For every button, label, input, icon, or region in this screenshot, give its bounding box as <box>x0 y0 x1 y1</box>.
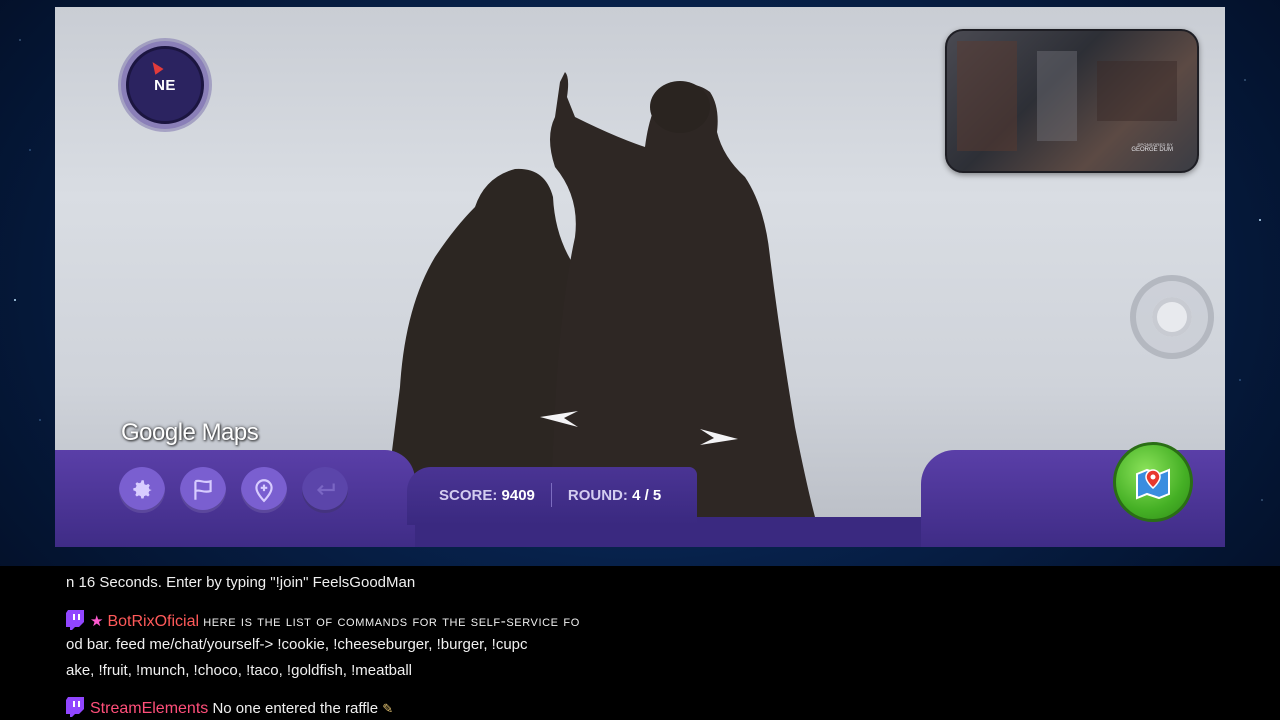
chat-message-continuation: od bar. feed me/chat/yourself-> !cookie,… <box>66 636 528 653</box>
score-label: SCORE: <box>439 486 498 504</box>
chat-message: n 16 Seconds. Enter by typing "!join" Fe… <box>66 574 415 591</box>
joystick-knob[interactable] <box>1152 297 1192 337</box>
compass-direction: NE <box>154 76 176 94</box>
compass-needle-icon <box>148 59 164 75</box>
round-label: ROUND: <box>567 486 628 504</box>
credit-name: GEORGE DUM <box>1131 147 1173 153</box>
google-maps-logo: Google Maps <box>121 419 259 447</box>
compass[interactable]: NE <box>121 41 209 129</box>
camera-overlay: SPONSORED BY GEORGE DUM <box>945 29 1199 173</box>
chat-username[interactable]: BotRixOficial <box>107 613 199 630</box>
hud-left-panel <box>55 450 415 547</box>
stream-chat: n 16 Seconds. Enter by typing "!join" Fe… <box>0 566 1280 720</box>
place-marker-button[interactable] <box>241 467 287 513</box>
open-map-button[interactable] <box>1113 442 1193 522</box>
chat-message-text: No one entered the raffle <box>212 700 379 717</box>
chat-message: ★ BotRixOficial here is the list of comma… <box>66 610 580 631</box>
hud-divider <box>550 483 552 507</box>
flag-icon <box>194 479 212 500</box>
chat-message-text: n 16 Seconds. Enter by typing "!join" Fe… <box>66 574 416 591</box>
compass-dial: NE <box>126 46 204 124</box>
chat-message-text: here is the list of commands for the sel… <box>203 613 580 630</box>
move-forward-arrow-icon[interactable] <box>700 427 740 449</box>
maps-wordmark: Maps <box>201 419 259 446</box>
chat-message: StreamElements No one entered the raffle… <box>66 697 393 718</box>
twitch-icon <box>66 697 84 717</box>
star-badge-icon: ★ <box>90 613 104 630</box>
location-pin-icon <box>255 479 273 503</box>
move-back-arrow-icon[interactable] <box>540 407 580 429</box>
round-value: 4 / 5 <box>632 486 662 504</box>
movement-joystick[interactable] <box>1130 275 1214 359</box>
twitch-icon <box>66 610 84 630</box>
google-wordmark: Google <box>121 419 196 446</box>
return-arrow-icon <box>316 483 335 496</box>
chat-message-continuation: ake, !fruit, !munch, !choco, !taco, !gol… <box>66 662 413 679</box>
settings-button[interactable] <box>119 467 165 513</box>
undo-button[interactable] <box>302 467 348 513</box>
chat-username[interactable]: StreamElements <box>90 700 208 717</box>
score-value: 9409 <box>501 486 535 504</box>
stream-credit: SPONSORED BY GEORGE DUM <box>1131 142 1173 153</box>
score-round-display: SCORE: 9409 ROUND: 4 / 5 <box>439 483 661 507</box>
gear-icon <box>133 480 152 499</box>
map-pin-icon <box>1136 468 1170 500</box>
game-viewport[interactable]: NE SPONSORED BY GEORGE DUM Google Maps S… <box>55 7 1225 547</box>
emote-icon: ✎ <box>382 701 394 716</box>
return-to-start-button[interactable] <box>180 467 226 513</box>
